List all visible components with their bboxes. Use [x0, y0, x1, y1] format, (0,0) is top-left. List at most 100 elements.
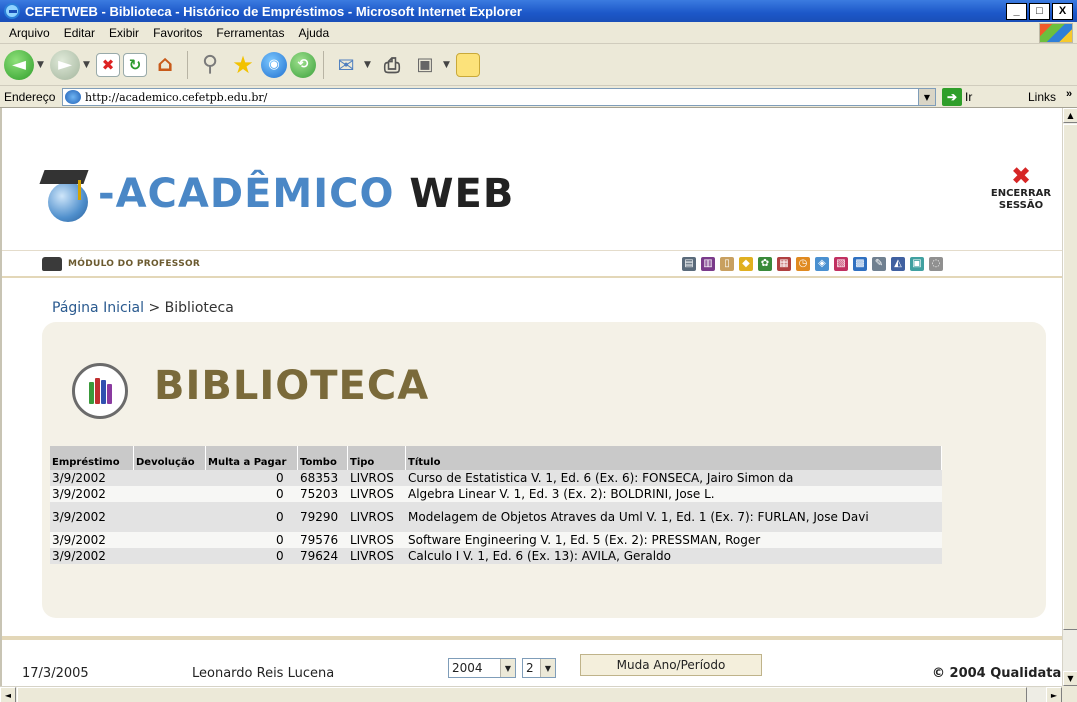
logout-label-line1[interactable]: ENCERRAR — [984, 188, 1058, 200]
back-icon[interactable]: ◄ — [4, 49, 34, 80]
clipboard-icon[interactable]: ▯ — [720, 257, 734, 271]
notes-icon[interactable] — [456, 52, 480, 77]
scroll-up-icon[interactable]: ▲ — [1063, 108, 1077, 123]
edit-dropdown-icon[interactable]: ▼ — [443, 60, 453, 70]
cell-devolucao — [134, 532, 206, 548]
breadcrumb-separator: > — [144, 300, 165, 316]
cell-emprestimo: 3/9/2002 — [50, 502, 134, 532]
history-icon[interactable]: ⟲ — [290, 51, 316, 78]
paint-icon[interactable]: ◈ — [815, 257, 829, 271]
horizontal-scroll-thumb[interactable] — [17, 687, 1027, 702]
go-label[interactable]: Ir — [965, 90, 972, 104]
cell-multa: 0 — [206, 548, 298, 564]
cell-devolucao — [134, 470, 206, 486]
module-title: MÓDULO DO PROFESSOR — [68, 259, 201, 269]
window-icon[interactable]: ▤ — [682, 257, 696, 271]
address-dropdown-icon[interactable]: ▼ — [918, 89, 935, 105]
chevron-down-icon[interactable]: ▼ — [540, 659, 555, 677]
year-select-value[interactable]: 2004 — [452, 661, 483, 675]
page-icon — [65, 90, 81, 104]
close-icon[interactable]: ✖ — [984, 164, 1058, 188]
cell-multa: 0 — [206, 470, 298, 486]
cell-emprestimo: 3/9/2002 — [50, 532, 134, 548]
address-input[interactable]: http://academico.cefetpb.edu.br/ ▼ — [62, 88, 936, 106]
breadcrumb: Página Inicial > Biblioteca — [52, 300, 234, 316]
horizontal-scrollbar[interactable]: ◄ ► — [0, 686, 1062, 702]
browser-toolbar: ◄ ▼ ► ▼ ✖ ↻ ⌂ ⚲ ★ ◉ ⟲ ✉ ▼ ⎙ ▣ ▼ — [0, 44, 1077, 86]
books-icon — [72, 363, 128, 419]
menu-favoritos[interactable]: Favoritos — [146, 26, 209, 40]
image-icon[interactable]: ▣ — [910, 257, 924, 271]
cell-devolucao — [134, 486, 206, 502]
close-button[interactable]: X — [1052, 3, 1073, 20]
year-select[interactable]: 2004 ▼ — [448, 658, 516, 678]
books-icon[interactable]: ▥ — [701, 257, 715, 271]
period-select-value[interactable]: 2 — [526, 661, 534, 675]
pencil-icon[interactable]: ✎ — [872, 257, 886, 271]
logo-text-academico: -ACADÊMICO — [98, 171, 395, 217]
back-dropdown-icon[interactable]: ▼ — [37, 60, 47, 70]
links-chevron-icon[interactable]: » — [1066, 88, 1072, 100]
site-logo[interactable]: -ACADÊMICO WEB — [39, 166, 515, 222]
mail-icon[interactable]: ✉ — [331, 50, 361, 80]
scroll-down-icon[interactable]: ▼ — [1063, 671, 1077, 686]
chart-icon[interactable]: ◭ — [891, 257, 905, 271]
menu-bar: Arquivo Editar Exibir Favoritos Ferramen… — [0, 22, 1077, 44]
logout-label-line2[interactable]: SESSÃO — [984, 200, 1058, 212]
scroll-left-icon[interactable]: ◄ — [0, 687, 16, 702]
table-row: 3/9/2002 0 79624 LIVROS Calculo I V. 1, … — [50, 548, 942, 564]
vertical-scrollbar[interactable]: ▲ ▼ — [1062, 108, 1077, 686]
column-header-emprestimo: Empréstimo — [50, 446, 134, 470]
links-button[interactable]: Links — [1028, 90, 1056, 104]
media-icon[interactable]: ◉ — [261, 51, 287, 78]
scroll-right-icon[interactable]: ► — [1046, 687, 1062, 702]
cell-titulo: Modelagem de Objetos Atraves da Uml V. 1… — [406, 502, 942, 532]
forward-dropdown-icon[interactable]: ▼ — [83, 60, 93, 70]
calendar-icon[interactable]: ▦ — [777, 257, 791, 271]
window-controls: _ □ X — [1006, 3, 1073, 20]
stop-icon[interactable]: ✖ — [96, 52, 120, 77]
chevron-down-icon[interactable]: ▼ — [500, 659, 515, 677]
table-row: 3/9/2002 0 79290 LIVROS Modelagem de Obj… — [50, 502, 942, 532]
footer-user: Leonardo Reis Lucena — [192, 666, 335, 681]
go-arrow-icon[interactable]: ➔ — [942, 88, 962, 106]
graduation-globe-icon — [39, 166, 98, 222]
menu-exibir[interactable]: Exibir — [102, 26, 146, 40]
clock-icon[interactable]: ◷ — [796, 257, 810, 271]
cell-titulo: Algebra Linear V. 1, Ed. 3 (Ex. 2): BOLD… — [406, 486, 942, 502]
minimize-button[interactable]: _ — [1006, 3, 1027, 20]
address-url[interactable]: http://academico.cefetpb.edu.br/ — [85, 91, 267, 104]
change-period-button[interactable]: Muda Ano/Período — [580, 654, 762, 676]
forward-icon[interactable]: ► — [50, 49, 80, 80]
menu-editar[interactable]: Editar — [57, 26, 102, 40]
vertical-scroll-thumb[interactable] — [1063, 124, 1077, 630]
logout-button[interactable]: ✖ ENCERRAR SESSÃO — [984, 164, 1058, 212]
menu-arquivo[interactable]: Arquivo — [2, 26, 57, 40]
logo-text-web: WEB — [409, 171, 515, 217]
home-icon[interactable]: ⌂ — [150, 50, 180, 80]
grid-icon[interactable]: ▩ — [853, 257, 867, 271]
module-icon-row: ▤ ▥ ▯ ◆ ✿ ▦ ◷ ◈ ▧ ▩ ✎ ◭ ▣ ◌ — [682, 257, 943, 271]
window-titlebar: CEFETWEB - Biblioteca - Histórico de Emp… — [0, 0, 1077, 22]
search-icon[interactable]: ⚲ — [195, 50, 225, 80]
notebook-icon[interactable]: ▧ — [834, 257, 848, 271]
menu-ferramentas[interactable]: Ferramentas — [209, 26, 291, 40]
breadcrumb-home-link[interactable]: Página Inicial — [52, 300, 144, 316]
maximize-button[interactable]: □ — [1029, 3, 1050, 20]
print-icon[interactable]: ⎙ — [377, 50, 407, 80]
go-button[interactable]: ➔ Ir — [942, 88, 972, 106]
toolbar-separator — [323, 50, 324, 79]
table-row: 3/9/2002 0 68353 LIVROS Curso de Estatis… — [50, 470, 942, 486]
edit-icon[interactable]: ▣ — [410, 50, 440, 80]
period-select[interactable]: 2 ▼ — [522, 658, 556, 678]
gear-icon[interactable]: ✿ — [758, 257, 772, 271]
cell-titulo: Calculo I V. 1, Ed. 6 (Ex. 13): AVILA, G… — [406, 548, 942, 564]
refresh-doc-icon[interactable]: ◌ — [929, 257, 943, 271]
menu-ajuda[interactable]: Ajuda — [291, 26, 336, 40]
scrollbar-corner — [1062, 686, 1077, 702]
favorites-icon[interactable]: ★ — [228, 50, 258, 80]
refresh-icon[interactable]: ↻ — [123, 52, 147, 77]
column-header-tipo: Tipo — [348, 446, 406, 470]
mail-dropdown-icon[interactable]: ▼ — [364, 60, 374, 70]
lock-icon[interactable]: ◆ — [739, 257, 753, 271]
